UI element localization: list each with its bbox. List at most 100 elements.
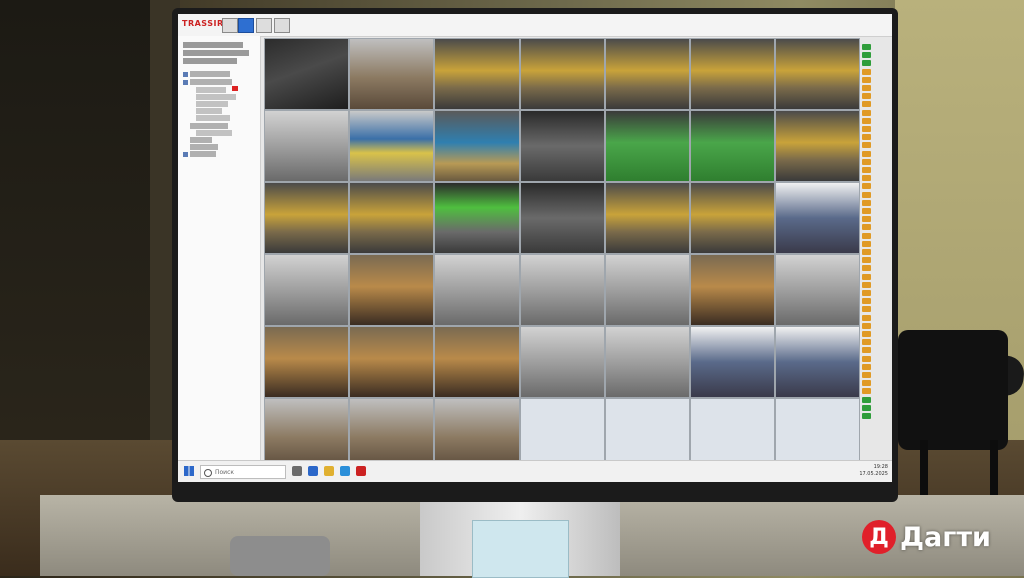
- tree-row[interactable]: [196, 130, 232, 136]
- camera-feed[interactable]: [519, 326, 605, 398]
- tree-row[interactable]: [196, 101, 228, 107]
- dagti-logo-mark: Д: [862, 520, 896, 554]
- status-indicator: [862, 167, 871, 173]
- camera-feed[interactable]: [690, 110, 776, 182]
- tree-row[interactable]: [183, 50, 249, 56]
- metal-clamp: [230, 536, 330, 576]
- device-tree-panel[interactable]: [178, 36, 261, 460]
- status-indicator: [862, 355, 871, 362]
- layout-icon[interactable]: [222, 18, 238, 33]
- status-indicator: [862, 158, 871, 165]
- tree-row[interactable]: [196, 115, 230, 121]
- camera-feed[interactable]: [775, 38, 861, 110]
- tools-icon[interactable]: [256, 18, 272, 33]
- camera-feed[interactable]: [690, 182, 776, 254]
- status-indicator: [862, 101, 871, 108]
- office-chair: [880, 320, 1024, 520]
- camera-feed[interactable]: [264, 254, 350, 326]
- status-indicator: [862, 306, 871, 313]
- camera-grid: [264, 38, 861, 470]
- status-indicator: [862, 413, 871, 419]
- status-indicator: [862, 372, 871, 378]
- camera-feed[interactable]: [690, 38, 776, 110]
- windows-start-icon[interactable]: [184, 466, 194, 476]
- status-indicator: [862, 339, 871, 346]
- camera-feed[interactable]: [264, 326, 350, 398]
- camera-feed[interactable]: [604, 254, 690, 326]
- status-indicator: [862, 126, 871, 132]
- camera-feed[interactable]: [775, 110, 861, 182]
- status-indicator: [862, 52, 871, 59]
- tree-row[interactable]: [183, 58, 237, 64]
- status-indicator: [862, 331, 871, 337]
- dagti-watermark: Д Дагти: [862, 517, 991, 557]
- status-indicator: [862, 388, 871, 395]
- settings-icon[interactable]: [238, 18, 254, 33]
- status-indicator: [862, 265, 871, 272]
- server-icon: [183, 152, 188, 157]
- edge-icon[interactable]: [308, 466, 318, 476]
- status-indicator: [862, 85, 871, 91]
- camera-feed[interactable]: [434, 326, 520, 398]
- status-indicator: [862, 60, 871, 67]
- camera-feed[interactable]: [349, 326, 435, 398]
- status-indicator: [862, 134, 871, 141]
- camera-feed[interactable]: [690, 326, 776, 398]
- camera-feed[interactable]: [775, 254, 861, 326]
- status-indicator: [862, 208, 871, 214]
- paper-stack: [472, 520, 569, 578]
- camera-feed[interactable]: [349, 110, 435, 182]
- camera-feed[interactable]: [519, 110, 605, 182]
- tree-row[interactable]: [190, 123, 228, 129]
- camera-feed[interactable]: [604, 182, 690, 254]
- clock-time: 19:28: [873, 464, 888, 470]
- trassir-taskbar-icon[interactable]: [356, 466, 366, 476]
- alarm-flag-icon: [232, 86, 238, 91]
- camera-feed[interactable]: [349, 182, 435, 254]
- camera-feed[interactable]: [434, 38, 520, 110]
- chair-back: [898, 330, 1008, 450]
- status-indicator: [862, 175, 871, 182]
- camera-feed[interactable]: [349, 254, 435, 326]
- status-indicator: [862, 314, 871, 321]
- camera-feed[interactable]: [264, 182, 350, 254]
- tree-row[interactable]: [196, 108, 222, 114]
- taskbar-clock[interactable]: 19:28 17.05.2025: [828, 464, 888, 478]
- tree-row[interactable]: [190, 71, 230, 77]
- camera-feed[interactable]: [775, 182, 861, 254]
- status-indicator: [862, 240, 871, 247]
- tree-row[interactable]: [196, 87, 226, 93]
- tree-row[interactable]: [183, 42, 243, 48]
- camera-feed[interactable]: [519, 254, 605, 326]
- camera-feed[interactable]: [604, 326, 690, 398]
- store-icon[interactable]: [340, 466, 350, 476]
- explorer-icon[interactable]: [324, 466, 334, 476]
- status-indicator: [862, 150, 871, 157]
- tree-row[interactable]: [190, 144, 218, 150]
- status-indicator: [862, 396, 871, 403]
- status-indicator: [862, 249, 871, 255]
- tree-row[interactable]: [190, 79, 232, 85]
- camera-feed[interactable]: [264, 110, 350, 182]
- camera-feed[interactable]: [775, 326, 861, 398]
- task-view-icon[interactable]: [292, 466, 302, 476]
- status-indicator: [862, 117, 871, 124]
- camera-feed[interactable]: [604, 38, 690, 110]
- camera-feed[interactable]: [604, 110, 690, 182]
- camera-feed[interactable]: [519, 182, 605, 254]
- camera-feed[interactable]: [434, 110, 520, 182]
- tree-row[interactable]: [190, 137, 212, 143]
- status-indicator: [862, 290, 871, 296]
- search-icon: [204, 469, 212, 477]
- camera-feed[interactable]: [434, 182, 520, 254]
- camera-feed[interactable]: [690, 254, 776, 326]
- tree-row[interactable]: [196, 94, 236, 100]
- status-indicator: [862, 109, 871, 116]
- camera-feed[interactable]: [519, 38, 605, 110]
- camera-feed[interactable]: [349, 38, 435, 110]
- monitor-icon[interactable]: [274, 18, 290, 33]
- camera-feed[interactable]: [264, 38, 350, 110]
- taskbar-search[interactable]: Поиск: [200, 465, 286, 479]
- tree-row[interactable]: [190, 151, 216, 157]
- camera-feed[interactable]: [434, 254, 520, 326]
